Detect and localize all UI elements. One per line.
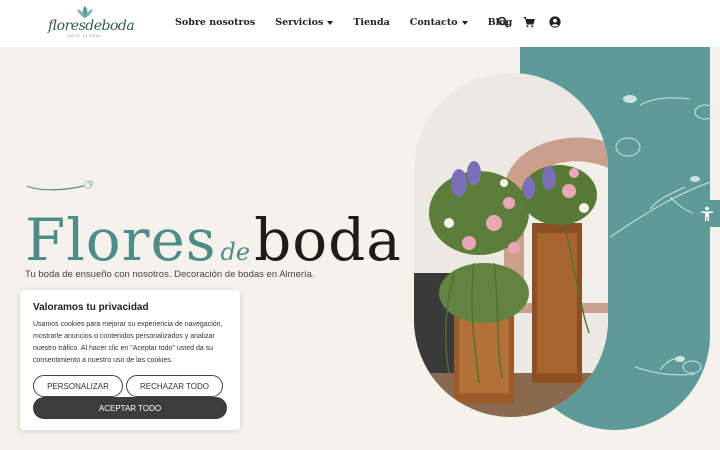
- nav-item-tienda[interactable]: Tienda: [353, 17, 389, 28]
- search-icon[interactable]: [497, 16, 509, 28]
- hero-title: Flores deboda: [25, 206, 402, 274]
- nav-item-servicios[interactable]: Servicios: [275, 17, 334, 28]
- logo-text: floresdeboda: [48, 18, 135, 34]
- lotus-logo-icon: [77, 6, 93, 18]
- nav-label: Servicios: [275, 17, 324, 28]
- hero-title-boda: boda: [254, 206, 402, 274]
- nav-item-sobre-nosotros[interactable]: Sobre nosotros: [175, 17, 255, 28]
- accept-all-button[interactable]: ACEPTAR TODO: [33, 397, 227, 419]
- flower-arrangement-image: [414, 73, 608, 417]
- caret-down-icon: [327, 20, 334, 25]
- hero-title-flores: Flores: [25, 206, 217, 274]
- nav-label: Contacto: [409, 17, 458, 28]
- wedding-flowers-photo: [414, 73, 608, 417]
- cookie-title: Valoramos tu privacidad: [33, 302, 149, 313]
- nav-item-contacto[interactable]: Contacto: [410, 17, 468, 28]
- logo-tagline: ARTE FLORAL: [67, 34, 103, 38]
- decorative-swirl-line: [26, 180, 94, 191]
- main-nav: Sobre nosotros Servicios Tienda Contacto…: [175, 17, 512, 28]
- hero-subtitle: Tu boda de ensueño con nosotros. Decorac…: [25, 269, 315, 280]
- hero-title-de: de: [220, 238, 251, 266]
- site-logo[interactable]: floresdeboda ARTE FLORAL: [48, 4, 135, 42]
- cookie-consent-banner: Valoramos tu privacidad Usamos cookies p…: [20, 290, 240, 430]
- reject-all-button[interactable]: RECHAZAR TODO: [126, 375, 223, 397]
- user-account-icon[interactable]: [549, 16, 561, 28]
- header-icons: [497, 16, 561, 28]
- nav-label: Tienda: [353, 17, 390, 28]
- cookie-text: Usamos cookies para mejorar su experienc…: [33, 321, 223, 364]
- cart-icon[interactable]: [523, 16, 535, 28]
- site-header: floresdeboda ARTE FLORAL Sobre nosotros …: [0, 0, 720, 47]
- personalize-button[interactable]: PERSONALIZAR: [33, 375, 123, 397]
- nav-label: Sobre nosotros: [175, 17, 256, 28]
- accessibility-button[interactable]: [693, 200, 720, 227]
- caret-down-icon: [461, 20, 468, 25]
- accessibility-icon: [700, 206, 713, 221]
